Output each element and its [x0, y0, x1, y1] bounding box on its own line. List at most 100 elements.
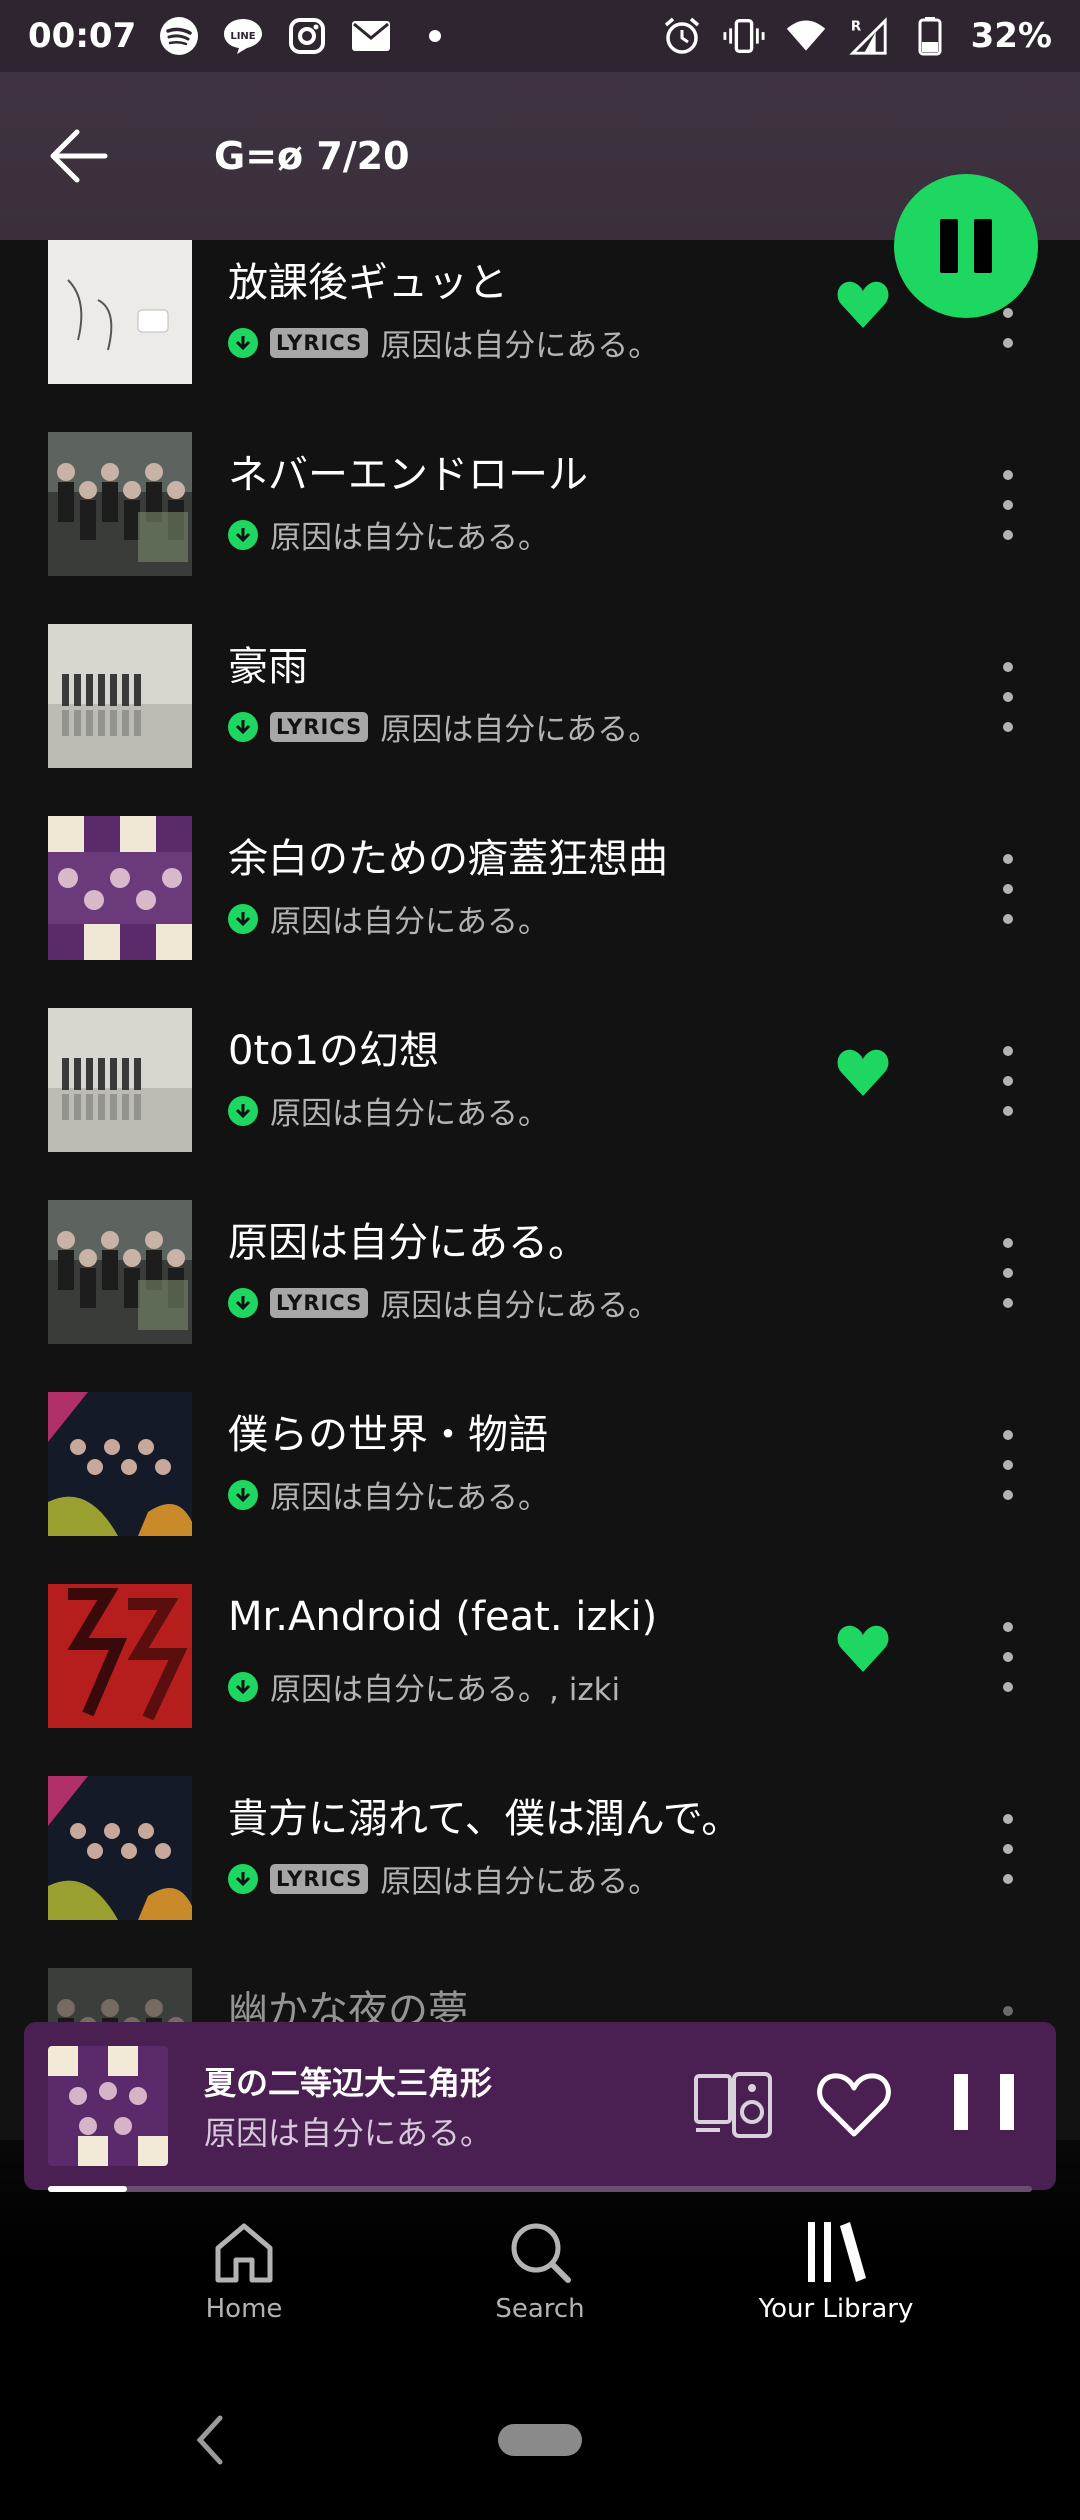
- track-artist: 原因は自分にある。: [270, 904, 549, 940]
- search-icon: [511, 2223, 571, 2283]
- status-bar: 00:07 LINE R 32%: [0, 0, 1080, 72]
- liked-heart-icon[interactable]: [836, 1624, 890, 1674]
- album-artwork: [48, 1200, 192, 1344]
- svg-text:LINE: LINE: [231, 31, 256, 42]
- track-artist: 原因は自分にある。: [380, 712, 660, 748]
- downloaded-icon: [228, 1095, 258, 1126]
- track-title: 0to1の幻想: [228, 1028, 440, 1074]
- battery-percent: 32%: [970, 16, 1052, 56]
- track-subtitle: LYRICS 原因は自分にある。: [228, 1856, 659, 1901]
- more-options-button[interactable]: [990, 854, 1026, 924]
- back-button[interactable]: [44, 121, 114, 191]
- heart-outline-icon: [817, 2073, 891, 2137]
- track-artist: 原因は自分にある。: [270, 1480, 549, 1516]
- nav-search-label: Search: [495, 2294, 585, 2324]
- downloaded-icon: [228, 1863, 258, 1894]
- album-artwork: [48, 624, 192, 768]
- track-row[interactable]: 原因は自分にある。 LYRICS 原因は自分にある。: [0, 1200, 1080, 1392]
- line-icon: LINE: [222, 15, 264, 57]
- track-row[interactable]: 僕らの世界・物語原因は自分にある。: [0, 1392, 1080, 1584]
- album-artwork: [48, 1392, 192, 1536]
- album-artwork: [48, 1776, 192, 1920]
- lyrics-badge: LYRICS: [270, 1287, 369, 1318]
- playback-progress: [48, 2186, 1032, 2192]
- nav-library[interactable]: Your Library: [716, 2220, 956, 2324]
- battery-icon: [909, 15, 951, 57]
- nav-library-label: Your Library: [758, 2294, 914, 2324]
- track-title: ネバーエンドロール: [228, 452, 588, 498]
- album-artwork: [48, 240, 192, 384]
- more-options-button[interactable]: [990, 1430, 1026, 1500]
- downloaded-icon: [228, 1479, 258, 1510]
- liked-heart-icon[interactable]: [836, 1048, 890, 1098]
- more-options-button[interactable]: [990, 470, 1026, 540]
- devices-icon: [694, 2072, 772, 2138]
- chevron-left-icon: [196, 2415, 223, 2465]
- track-artist: 原因は自分にある。: [380, 328, 660, 364]
- track-artist: 原因は自分にある。: [380, 1288, 660, 1324]
- track-row[interactable]: 貴方に溺れて、僕は潤んで。 LYRICS 原因は自分にある。: [0, 1776, 1080, 1968]
- svg-text:R: R: [850, 19, 861, 34]
- nav-home[interactable]: Home: [124, 2220, 364, 2324]
- back-arrow-icon: [50, 129, 108, 183]
- more-options-button[interactable]: [990, 1814, 1026, 1884]
- track-list[interactable]: 放課後ギュッと LYRICS 原因は自分にある。 ネバーエンドロール 原因は自分にある。…: [0, 240, 1080, 2140]
- downloaded-icon: [228, 1671, 258, 1702]
- downloaded-icon: [228, 711, 258, 742]
- track-subtitle: LYRICS 原因は自分にある。: [228, 320, 659, 365]
- system-home-pill[interactable]: [498, 2424, 582, 2456]
- track-row[interactable]: Mr.Android (feat. izki) 原因は自分にある。, izki: [0, 1584, 1080, 1776]
- track-title: 放課後ギュッと: [228, 260, 508, 306]
- track-artist: 原因は自分にある。: [270, 520, 549, 556]
- track-row[interactable]: 余白のための瘡蓋狂想曲原因は自分にある。: [0, 816, 1080, 1008]
- lyrics-badge: LYRICS: [270, 327, 369, 358]
- track-subtitle: LYRICS 原因は自分にある。: [228, 1280, 659, 1325]
- track-subtitle: 原因は自分にある。: [228, 896, 549, 941]
- now-playing-artwork: [48, 2046, 168, 2166]
- connect-devices-button[interactable]: [694, 2070, 774, 2140]
- pause-icon: [954, 2074, 968, 2130]
- home-icon: [215, 2223, 273, 2283]
- nav-search[interactable]: Search: [420, 2220, 660, 2324]
- album-artwork: [48, 432, 192, 576]
- downloaded-icon: [228, 1287, 258, 1318]
- downloaded-icon: [228, 903, 258, 934]
- spotify-icon: [158, 15, 200, 57]
- alarm-icon: [661, 15, 703, 57]
- track-subtitle: 原因は自分にある。: [228, 512, 549, 557]
- track-row[interactable]: 0to1の幻想原因は自分にある。: [0, 1008, 1080, 1200]
- wifi-icon: [785, 15, 827, 57]
- mini-player[interactable]: 夏の二等辺大三角形 原因は自分にある。: [24, 2022, 1056, 2192]
- track-subtitle: LYRICS 原因は自分にある。: [228, 704, 659, 749]
- track-row[interactable]: 豪雨 LYRICS 原因は自分にある。: [0, 624, 1080, 816]
- downloaded-icon: [228, 519, 258, 550]
- more-options-button[interactable]: [990, 1046, 1026, 1116]
- track-row[interactable]: ネバーエンドロール原因は自分にある。: [0, 432, 1080, 624]
- lyrics-badge: LYRICS: [270, 711, 369, 742]
- track-subtitle: 原因は自分にある。, izki: [228, 1664, 620, 1709]
- track-title: Mr.Android (feat. izki): [228, 1594, 658, 1640]
- track-artist: 原因は自分にある。, izki: [270, 1672, 621, 1708]
- more-options-button[interactable]: [990, 1622, 1026, 1692]
- more-options-button[interactable]: [990, 1238, 1026, 1308]
- track-subtitle: 原因は自分にある。: [228, 1088, 549, 1133]
- liked-heart-icon[interactable]: [836, 280, 890, 330]
- now-playing-title: 夏の二等辺大三角形: [204, 2064, 493, 2102]
- mail-icon: [350, 15, 392, 57]
- system-nav-bar: [0, 2360, 1080, 2520]
- track-title: 僕らの世界・物語: [228, 1412, 548, 1458]
- instagram-icon: [286, 15, 328, 57]
- album-artwork: [48, 816, 192, 960]
- progress-fill: [48, 2186, 127, 2192]
- more-options-button[interactable]: [990, 662, 1026, 732]
- signal-icon: R: [847, 15, 889, 57]
- play-pause-button[interactable]: [894, 174, 1038, 318]
- track-title: 余白のための瘡蓋狂想曲: [228, 836, 668, 882]
- mini-pause-button[interactable]: [954, 2074, 1014, 2138]
- lyrics-badge: LYRICS: [270, 1863, 369, 1894]
- like-button[interactable]: [816, 2070, 892, 2140]
- track-artist: 原因は自分にある。: [380, 1864, 660, 1900]
- downloaded-icon: [228, 327, 258, 358]
- nav-home-label: Home: [205, 2294, 283, 2324]
- system-back-button[interactable]: [190, 2410, 230, 2470]
